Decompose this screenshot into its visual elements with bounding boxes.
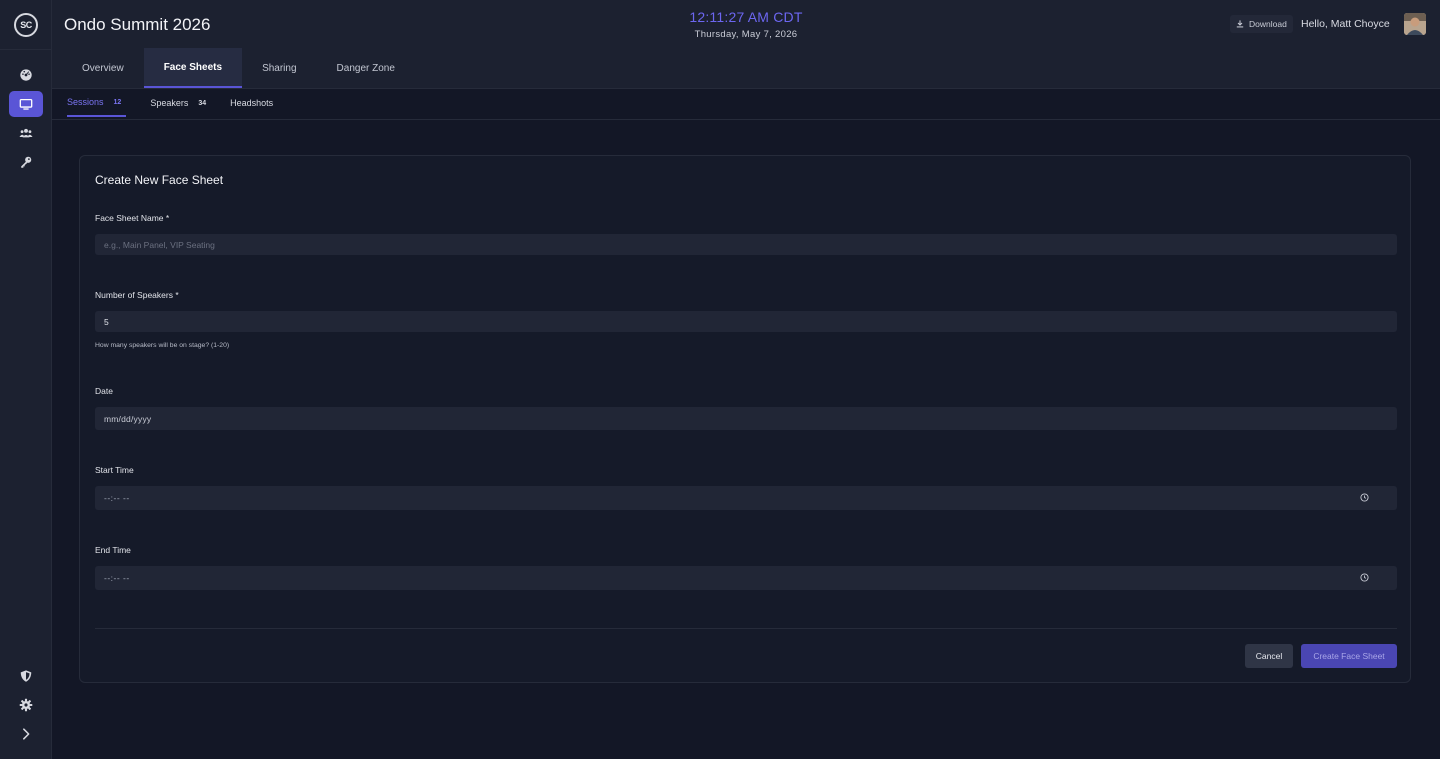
tab-sharing[interactable]: Sharing [242, 48, 316, 88]
avatar-image [1404, 13, 1426, 35]
subtab-label: Speakers [150, 98, 189, 108]
gear-icon [19, 698, 33, 712]
tab-face-sheets[interactable]: Face Sheets [143, 48, 243, 88]
chevron-right-icon [23, 728, 30, 740]
sidebar-item-settings[interactable] [9, 692, 43, 718]
end-time-input[interactable]: --:-- -- [95, 566, 1397, 590]
dashboard-icon [20, 69, 32, 81]
sidebar-item-users[interactable] [9, 120, 43, 146]
key-icon [21, 156, 32, 168]
subtab-count: 12 [113, 98, 122, 106]
subtab-label: Headshots [230, 98, 274, 108]
app-logo: SC [14, 13, 38, 37]
download-icon [1236, 20, 1244, 28]
shield-icon [20, 670, 32, 682]
cancel-button[interactable]: Cancel [1245, 644, 1293, 668]
number-of-speakers-label: Number of Speakers * [95, 290, 179, 300]
number-of-speakers-input[interactable] [95, 311, 1397, 332]
sidebar-item-keys[interactable] [9, 149, 43, 175]
sidebar-item-security[interactable] [9, 663, 43, 689]
live-clock: 12:11:27 AM CDT Thursday, May 7, 2026 [652, 9, 840, 40]
download-button[interactable]: Download [1230, 15, 1293, 33]
monitor-icon [19, 98, 33, 110]
face-sheet-name-input[interactable] [95, 234, 1397, 255]
sub-tabs: Sessions 12 Speakers 34 Headshots [52, 89, 1440, 120]
subtab-speakers[interactable]: Speakers 34 [150, 89, 206, 117]
form-title: Create New Face Sheet [95, 173, 224, 187]
create-face-sheet-form: Create New Face Sheet Face Sheet Name * … [79, 155, 1411, 683]
date-input-value: mm/dd/yyyy [104, 414, 152, 424]
end-time-label: End Time [95, 545, 131, 555]
sidebar: SC [0, 0, 52, 759]
date-input[interactable]: mm/dd/yyyy [95, 407, 1397, 430]
users-icon [19, 128, 33, 138]
download-label: Download [1249, 19, 1287, 29]
main-tabs: Overview Face Sheets Sharing Danger Zone [62, 48, 415, 89]
sidebar-expand-button[interactable] [9, 721, 43, 747]
subtab-headshots[interactable]: Headshots [230, 89, 273, 117]
speakers-hint: How many speakers will be on stage? (1-2… [95, 342, 230, 349]
tab-overview[interactable]: Overview [62, 48, 144, 88]
tab-danger-zone[interactable]: Danger Zone [317, 48, 415, 88]
subtab-label: Sessions [67, 97, 104, 107]
subtab-count: 34 [198, 99, 207, 107]
subtab-sessions[interactable]: Sessions 12 [67, 89, 127, 117]
sidebar-item-sessions[interactable] [9, 91, 43, 117]
start-time-label: Start Time [95, 465, 134, 475]
clock-time: 12:11:27 AM CDT [689, 9, 803, 25]
user-greeting: Hello, Matt Choyce [1301, 18, 1390, 30]
date-label: Date [95, 386, 113, 396]
face-sheet-name-label: Face Sheet Name * [95, 213, 170, 223]
clock-icon[interactable] [1360, 493, 1369, 502]
sidebar-item-dashboard[interactable] [9, 62, 43, 88]
start-time-input[interactable]: --:-- -- [95, 486, 1397, 510]
page-title: Ondo Summit 2026 [64, 15, 211, 34]
header: Ondo Summit 2026 12:11:27 AM CDT Thursda… [52, 0, 1440, 89]
create-face-sheet-button[interactable]: Create Face Sheet [1301, 644, 1397, 668]
start-time-value: --:-- -- [104, 493, 130, 503]
sidebar-divider [0, 49, 52, 50]
avatar[interactable] [1404, 13, 1426, 35]
clock-icon[interactable] [1360, 573, 1369, 582]
form-divider [95, 628, 1397, 629]
end-time-value: --:-- -- [104, 573, 130, 583]
clock-date: Thursday, May 7, 2026 [694, 29, 798, 40]
